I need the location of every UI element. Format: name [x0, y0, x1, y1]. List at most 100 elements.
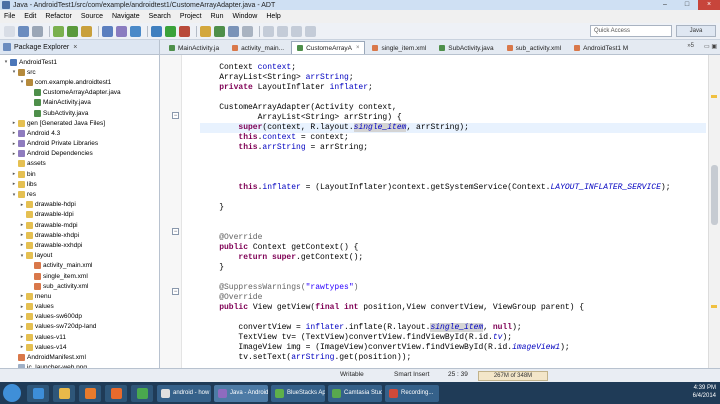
code-editor[interactable]: − − − Context context; ArrayList<String>…	[160, 55, 720, 368]
code-line[interactable]	[200, 313, 706, 323]
vertical-scrollbar[interactable]	[708, 55, 720, 368]
close-window-button[interactable]: ×	[698, 0, 720, 10]
code-line[interactable]: @Override	[200, 233, 706, 243]
tree-item[interactable]: drawable-ldpi	[0, 210, 159, 220]
tree-item[interactable]: ▸ drawable-mdpi	[0, 220, 159, 230]
expanded-arrow-icon[interactable]: ▾	[3, 59, 9, 65]
java-perspective-button[interactable]: Java	[676, 25, 716, 37]
tree-item[interactable]: assets	[0, 159, 159, 169]
code-line[interactable]: super(context, R.layout.single_item, arr…	[200, 123, 706, 133]
tree-item[interactable]: ▸ values-sw600dp	[0, 312, 159, 322]
tree-item[interactable]: ▸ drawable-xxhdpi	[0, 240, 159, 250]
code-line[interactable]: this.inflater = (LayoutInflater)context.…	[200, 183, 706, 193]
close-tab-icon[interactable]: ×	[356, 45, 360, 51]
fold-toggle-icon[interactable]: −	[172, 112, 179, 119]
tree-item[interactable]: ▸ bin	[0, 169, 159, 179]
taskbar-window-button[interactable]: android - how t...	[157, 384, 211, 402]
debug-icon[interactable]	[151, 25, 162, 37]
code-line[interactable]: tv.setText(arrString.get(position));	[200, 353, 706, 363]
code-line[interactable]	[200, 223, 706, 233]
clock-date[interactable]: 6/4/2014	[693, 392, 716, 400]
external-tools-icon[interactable]	[179, 25, 190, 37]
taskbar-window-button[interactable]: Camtasia Studio...	[328, 384, 382, 402]
forward-icon[interactable]	[305, 25, 316, 37]
tree-item[interactable]: ▸ gen [Generated Java Files]	[0, 118, 159, 128]
tree-item[interactable]: ▾ AndroidTest1	[0, 57, 159, 67]
tree-item[interactable]: SubActivity.java	[0, 108, 159, 118]
tree-item[interactable]: ▾ src	[0, 67, 159, 77]
lint-icon[interactable]	[81, 25, 92, 37]
menu-source[interactable]: Source	[81, 13, 103, 20]
more-tabs-button[interactable]: »5	[687, 43, 694, 49]
code-line[interactable]: public Context getContext() {	[200, 243, 706, 253]
collapsed-arrow-icon[interactable]: ▸	[11, 141, 17, 147]
menu-help[interactable]: Help	[266, 13, 280, 20]
collapsed-arrow-icon[interactable]: ▸	[19, 293, 25, 299]
taskbar-window-button[interactable]: Recording...	[385, 384, 439, 402]
taskbar-window-button[interactable]: Java - AndroidT...	[214, 384, 268, 402]
code-line[interactable]: ArrayList<String> arrString) {	[200, 113, 706, 123]
collapsed-arrow-icon[interactable]: ▸	[19, 334, 25, 340]
expanded-arrow-icon[interactable]: ▾	[11, 69, 17, 75]
start-button[interactable]	[3, 384, 21, 402]
skip-breakpoints-icon[interactable]	[130, 25, 141, 37]
expanded-arrow-icon[interactable]: ▾	[19, 79, 25, 85]
android-sdk-manager-icon[interactable]	[53, 25, 64, 37]
collapsed-arrow-icon[interactable]: ▸	[11, 120, 17, 126]
explorer-icon[interactable]	[53, 384, 75, 402]
print-icon[interactable]	[32, 25, 43, 37]
code-line[interactable]: @SuppressWarnings("rawtypes")	[200, 283, 706, 293]
code-line[interactable]: ArrayList<String> arrString;	[200, 73, 706, 83]
tree-item[interactable]: ▸ values	[0, 302, 159, 312]
tree-item[interactable]: ▸ Android 4.3	[0, 128, 159, 138]
editor-tab[interactable]: CustomeArrayA ×	[291, 41, 366, 54]
editor-tab[interactable]: MainActivity.ja	[163, 41, 225, 54]
tree-item[interactable]: ▸ Android Dependencies	[0, 149, 159, 159]
menu-refactor[interactable]: Refactor	[45, 13, 71, 20]
taskbar-window-button[interactable]: BlueStacks App...	[271, 384, 325, 402]
code-line[interactable]	[200, 193, 706, 203]
search-icon[interactable]	[242, 25, 253, 37]
collapsed-arrow-icon[interactable]: ▸	[19, 222, 25, 228]
tree-item[interactable]: ▸ values-v14	[0, 342, 159, 352]
ie-icon[interactable]	[27, 384, 49, 402]
expanded-arrow-icon[interactable]: ▾	[19, 253, 25, 259]
clock-time[interactable]: 4:39 PM	[693, 384, 716, 392]
tree-item[interactable]: ▸ values-sw720dp-land	[0, 322, 159, 332]
collapsed-arrow-icon[interactable]: ▸	[11, 151, 17, 157]
code-line[interactable]: this.arrString = arrString;	[200, 143, 706, 153]
minimize-maximize-icons[interactable]: ▭ ▣	[704, 43, 717, 50]
close-view-icon[interactable]: ×	[73, 44, 77, 51]
fold-toggle-icon[interactable]: −	[172, 288, 179, 295]
tree-item[interactable]: ▸ values-v11	[0, 332, 159, 342]
new-java-package-icon[interactable]	[200, 25, 211, 37]
collapsed-arrow-icon[interactable]: ▸	[11, 130, 17, 136]
heap-status[interactable]: 267M of 348M	[478, 371, 548, 381]
warning-marker-icon[interactable]	[711, 95, 717, 98]
tree-item[interactable]: ▸ Android Private Libraries	[0, 139, 159, 149]
code-line[interactable]	[200, 163, 706, 173]
menu-search[interactable]: Search	[149, 13, 171, 20]
tree-item[interactable]: ▸ libs	[0, 179, 159, 189]
tree-item[interactable]: sub_activity.xml	[0, 281, 159, 291]
warning-marker-icon[interactable]	[711, 305, 717, 308]
collapsed-arrow-icon[interactable]: ▸	[19, 242, 25, 248]
editor-tab[interactable]: sub_activity.xml	[501, 41, 567, 54]
tree-item[interactable]: ▾ layout	[0, 251, 159, 261]
quick-access-input[interactable]: Quick Access	[590, 25, 672, 37]
tree-item[interactable]: ▸ drawable-xhdpi	[0, 230, 159, 240]
next-annotation-icon[interactable]	[263, 25, 274, 37]
tree-item[interactable]: ▸ menu	[0, 291, 159, 301]
code-line[interactable]: this.context = context;	[200, 133, 706, 143]
menu-run[interactable]: Run	[211, 13, 224, 20]
scrollbar-thumb[interactable]	[711, 165, 718, 225]
minimize-button[interactable]: –	[654, 0, 676, 10]
code-line[interactable]: private LayoutInflater inflater;	[200, 83, 706, 93]
menu-navigate[interactable]: Navigate	[112, 13, 140, 20]
new-icon[interactable]	[4, 25, 15, 37]
editor-tab[interactable]: AndroidTest1 M	[568, 41, 634, 54]
tree-item[interactable]: ▾ res	[0, 189, 159, 199]
editor-tab[interactable]: activity_main...	[226, 41, 290, 54]
code-line[interactable]: convertView = inflater.inflate(R.layout.…	[200, 323, 706, 333]
tree-item[interactable]: ▸ drawable-hdpi	[0, 200, 159, 210]
